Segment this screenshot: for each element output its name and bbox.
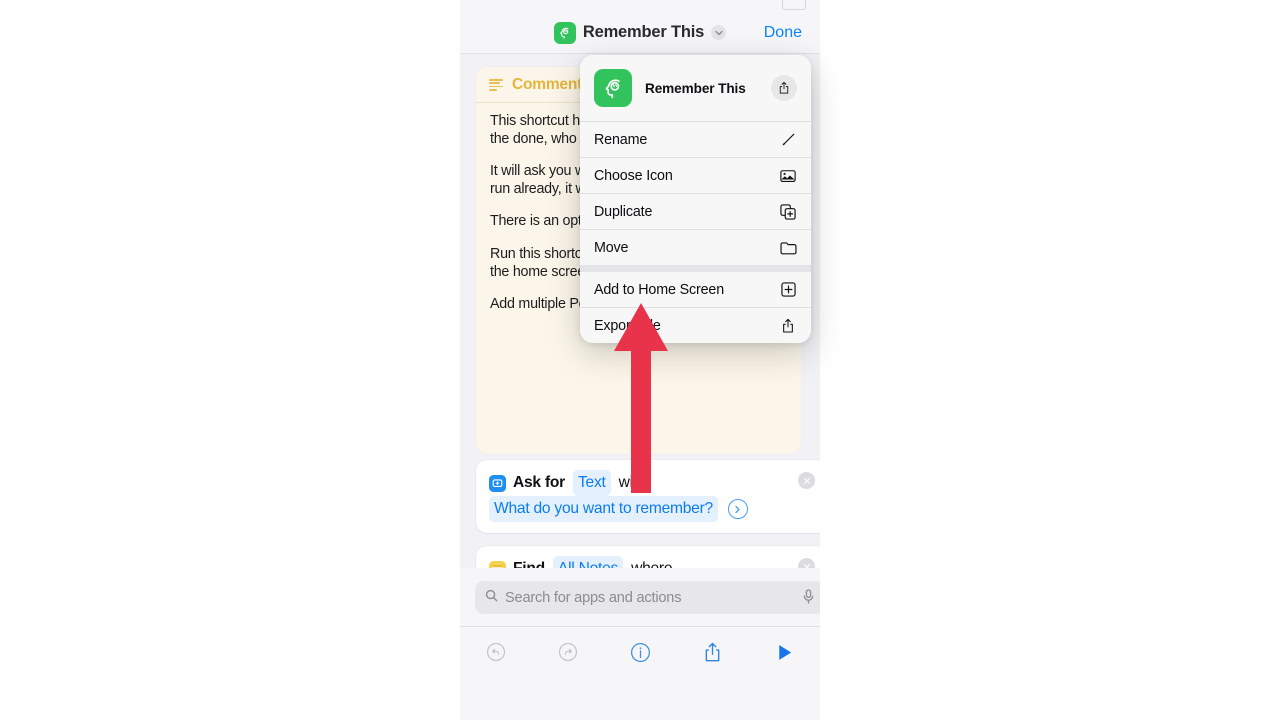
screenshot-root: Remember This Done Comment This shortcut… bbox=[0, 0, 1280, 720]
context-menu: Remember This Rename Choose Icon Duplica… bbox=[580, 55, 811, 343]
play-button[interactable] bbox=[748, 643, 820, 662]
menu-item-label: Rename bbox=[594, 131, 648, 148]
menu-group-separator bbox=[580, 265, 811, 272]
menu-item-label: Choose Icon bbox=[594, 167, 673, 184]
menu-item-move[interactable]: Move bbox=[580, 230, 811, 265]
redo-button[interactable] bbox=[532, 642, 604, 662]
battery-icon bbox=[782, 0, 806, 10]
menu-item-label: Move bbox=[594, 239, 629, 256]
menu-item-duplicate[interactable]: Duplicate bbox=[580, 194, 811, 230]
menu-item-label: Duplicate bbox=[594, 203, 653, 220]
menu-item-choose-icon[interactable]: Choose Icon bbox=[580, 158, 811, 194]
search-placeholder: Search for apps and actions bbox=[505, 589, 682, 606]
context-menu-app-title: Remember This bbox=[645, 80, 746, 96]
menu-item-rename[interactable]: Rename bbox=[580, 122, 811, 158]
text-lines-icon bbox=[489, 79, 503, 91]
close-icon[interactable] bbox=[798, 472, 815, 489]
brain-head-icon bbox=[594, 69, 632, 107]
share-button[interactable] bbox=[676, 642, 748, 663]
duplicate-icon bbox=[779, 203, 797, 221]
status-bar bbox=[460, 0, 820, 12]
photo-icon bbox=[779, 167, 797, 185]
share-icon bbox=[779, 317, 797, 335]
share-icon[interactable] bbox=[771, 75, 797, 101]
done-button[interactable]: Done bbox=[764, 12, 802, 53]
folder-icon bbox=[779, 239, 797, 257]
bottom-panel: Search for apps and actions bbox=[460, 568, 820, 720]
undo-button[interactable] bbox=[460, 642, 532, 662]
token-text-type[interactable]: Text bbox=[572, 470, 611, 496]
brain-head-icon bbox=[553, 21, 576, 44]
ask-input-icon bbox=[489, 474, 506, 492]
token-ask-for: Ask for bbox=[513, 474, 565, 491]
menu-item-label: Add to Home Screen bbox=[594, 281, 725, 298]
red-up-arrow-annotation bbox=[614, 303, 668, 493]
search-icon bbox=[485, 589, 498, 607]
info-button[interactable] bbox=[604, 642, 676, 663]
plus-square-icon bbox=[779, 281, 797, 299]
editor-toolbar bbox=[460, 626, 820, 677]
chevron-right-icon[interactable] bbox=[727, 499, 748, 519]
chevron-down-icon[interactable] bbox=[711, 25, 727, 40]
search-input[interactable]: Search for apps and actions bbox=[475, 581, 820, 614]
token-prompt[interactable]: What do you want to remember? bbox=[489, 496, 718, 522]
microphone-icon[interactable] bbox=[803, 589, 814, 609]
navigation-bar: Remember This Done bbox=[460, 12, 820, 54]
comment-header-label: Comment bbox=[512, 75, 583, 93]
context-menu-header: Remember This bbox=[580, 55, 811, 122]
pencil-icon bbox=[779, 131, 797, 149]
page-title: Remember This bbox=[582, 23, 705, 41]
